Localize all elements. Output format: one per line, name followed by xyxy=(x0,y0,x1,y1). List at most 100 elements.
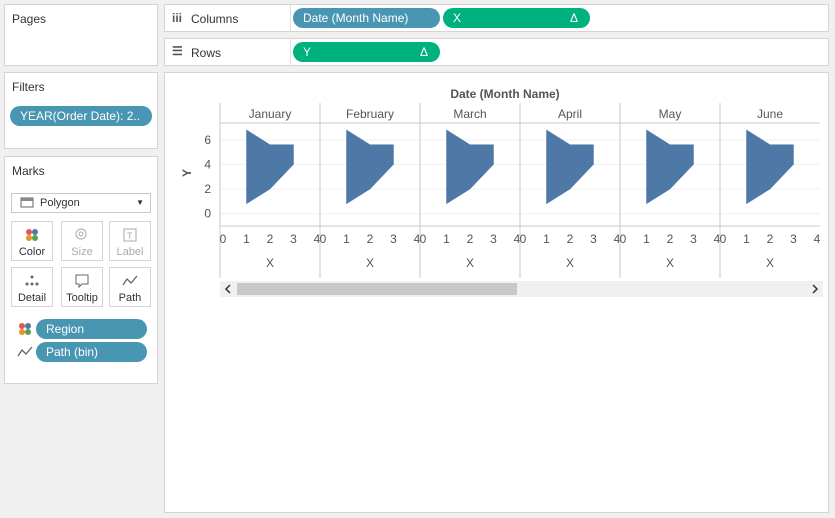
tooltip-icon xyxy=(62,273,102,289)
x-tick-label: 0 xyxy=(320,232,327,246)
polygon-mark-april[interactable] xyxy=(546,129,594,205)
x-tick-label: 2 xyxy=(567,232,574,246)
x-axis-label: X xyxy=(566,256,574,270)
x-tick-label: 3 xyxy=(390,232,397,246)
x-tick-label: 3 xyxy=(790,232,797,246)
month-header-march: March xyxy=(453,107,486,121)
x-tick-label: 3 xyxy=(690,232,697,246)
path-icon xyxy=(110,273,150,289)
x-axis-label: X xyxy=(766,256,774,270)
polygon-mark-june[interactable] xyxy=(746,129,794,205)
x-tick-label: 2 xyxy=(267,232,274,246)
marks-field-path-bin-[interactable]: Path (bin) xyxy=(36,342,147,362)
mark-type-dropdown[interactable]: Polygon ▼ xyxy=(11,193,151,213)
x-tick-label: 4 xyxy=(814,232,821,246)
x-axis-label: X xyxy=(266,256,274,270)
rows-shelf[interactable]: ☰ Rows Y Δ xyxy=(164,38,829,66)
polygon-type-icon xyxy=(20,197,34,208)
y-axis-label: Y xyxy=(180,169,194,177)
x-tick-label: 0 xyxy=(420,232,427,246)
x-tick-label: 2 xyxy=(367,232,374,246)
x-tick-label: 1 xyxy=(743,232,750,246)
x-tick-label: 1 xyxy=(543,232,550,246)
polygon-mark-february[interactable] xyxy=(346,129,394,205)
x-tick-label: 0 xyxy=(620,232,627,246)
filter-pill-year[interactable]: YEAR(Order Date): 2.. xyxy=(10,106,152,126)
x-tick-label: 0 xyxy=(220,232,227,246)
tooltip-button[interactable]: Tooltip xyxy=(61,267,103,307)
chevron-down-icon: ▼ xyxy=(136,198,144,207)
view-canvas[interactable]: Date (Month Name) Y 0 2 4 6 January 0 1 2 3 4 X Febru… xyxy=(164,72,829,513)
rows-icon: ☰ xyxy=(172,44,183,58)
columns-pill-x[interactable]: X Δ xyxy=(443,8,590,28)
marks-card: Marks Polygon ▼ Color Size T Label Detail Too… xyxy=(4,156,158,384)
month-header-april: April xyxy=(558,107,582,121)
marks-field-label: Path (bin) xyxy=(46,345,99,359)
columns-label: Columns xyxy=(191,12,239,26)
delta-icon: Δ xyxy=(419,45,428,59)
x-tick-label: 1 xyxy=(443,232,450,246)
x-tick-label: 1 xyxy=(343,232,350,246)
label-icon: T xyxy=(110,227,150,243)
polygon-mark-january[interactable] xyxy=(246,129,294,205)
polygon-mark-march[interactable] xyxy=(446,129,494,205)
columns-pill-date[interactable]: Date (Month Name) xyxy=(293,8,440,28)
y-tick-label: 4 xyxy=(204,157,211,171)
polygon-mark-may[interactable] xyxy=(646,129,694,205)
y-tick-label: 2 xyxy=(204,182,211,196)
month-header-may: May xyxy=(659,107,682,121)
viz-chart[interactable]: Date (Month Name) Y 0 2 4 6 January 0 1 2 3 4 X Febru… xyxy=(165,73,828,512)
filters-shelf[interactable]: Filters YEAR(Order Date): 2.. xyxy=(4,72,158,149)
size-icon xyxy=(62,227,102,243)
x-tick-label: 2 xyxy=(467,232,474,246)
color-dots-icon xyxy=(17,321,33,337)
detail-dots-icon xyxy=(12,273,52,289)
rows-label: Rows xyxy=(191,46,222,60)
x-tick-label: 0 xyxy=(520,232,527,246)
color-dots-icon xyxy=(12,227,52,243)
x-axis-label: X xyxy=(666,256,674,270)
columns-header-title: Date (Month Name) xyxy=(450,87,559,101)
svg-text:T: T xyxy=(127,231,133,241)
pages-shelf[interactable]: Pages xyxy=(4,4,158,66)
columns-pill-date-label: Date (Month Name) xyxy=(303,11,409,25)
label-button[interactable]: T Label xyxy=(109,221,151,261)
size-button[interactable]: Size xyxy=(61,221,103,261)
path-icon xyxy=(17,344,33,360)
path-button-label: Path xyxy=(118,292,142,304)
x-axis-label: X xyxy=(466,256,474,270)
month-header-june: June xyxy=(757,107,783,121)
color-button[interactable]: Color xyxy=(11,221,53,261)
columns-pill-x-label: X xyxy=(453,11,462,25)
month-header-january: January xyxy=(249,107,292,121)
detail-button-label: Detail xyxy=(17,292,47,304)
columns-shelf[interactable]: iii Columns Date (Month Name) X Δ xyxy=(164,4,829,32)
rows-pill-y-label: Y xyxy=(303,45,312,59)
x-tick-label: 1 xyxy=(643,232,650,246)
tooltip-button-label: Tooltip xyxy=(66,292,98,304)
x-tick-label: 3 xyxy=(590,232,597,246)
month-header-february: February xyxy=(346,107,394,121)
rows-pill-y[interactable]: Y Δ xyxy=(293,42,440,62)
y-tick-label: 0 xyxy=(204,207,211,221)
pages-title: Pages xyxy=(12,12,47,26)
x-tick-label: 3 xyxy=(490,232,497,246)
detail-button[interactable]: Detail xyxy=(11,267,53,307)
mark-type-label: Polygon xyxy=(40,197,80,209)
scrollbar-thumb[interactable] xyxy=(237,283,517,295)
size-button-label: Size xyxy=(71,246,93,258)
x-tick-label: 3 xyxy=(290,232,297,246)
color-button-label: Color xyxy=(18,246,46,258)
label-button-label: Label xyxy=(116,246,144,258)
marks-field-region[interactable]: Region xyxy=(36,319,147,339)
x-tick-label: 0 xyxy=(720,232,727,246)
columns-icon: iii xyxy=(172,11,183,25)
filter-pill-label: YEAR(Order Date): 2.. xyxy=(20,109,141,123)
x-tick-label: 1 xyxy=(243,232,250,246)
marks-field-label: Region xyxy=(46,322,85,336)
marks-title: Marks xyxy=(12,164,45,178)
delta-icon: Δ xyxy=(569,11,578,25)
path-button[interactable]: Path xyxy=(109,267,151,307)
x-axis-label: X xyxy=(366,256,374,270)
y-tick-label: 6 xyxy=(204,133,211,147)
